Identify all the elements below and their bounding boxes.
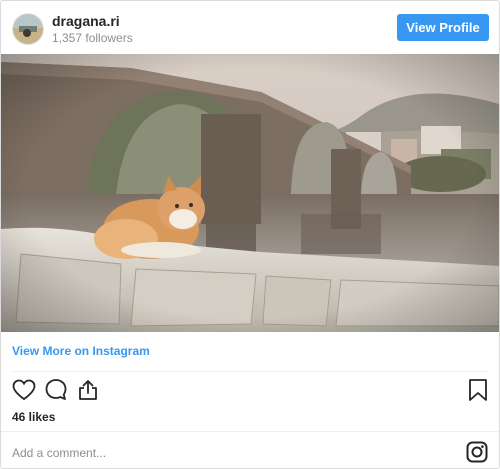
follower-count: 1,357 followers bbox=[52, 31, 133, 45]
username[interactable]: dragana.ri bbox=[52, 13, 120, 29]
comment-icon[interactable] bbox=[44, 378, 68, 402]
heart-icon[interactable] bbox=[12, 379, 36, 401]
like-count: 46 likes bbox=[12, 410, 56, 424]
avatar[interactable] bbox=[12, 13, 44, 45]
divider bbox=[1, 431, 499, 432]
post-photo[interactable] bbox=[1, 54, 499, 332]
bookmark-icon[interactable] bbox=[468, 378, 488, 402]
view-profile-button[interactable]: View Profile bbox=[397, 14, 489, 41]
instagram-icon[interactable] bbox=[466, 441, 488, 463]
post-header: dragana.ri 1,357 followers View Profile bbox=[1, 1, 499, 55]
add-comment-input[interactable]: Add a comment... bbox=[12, 446, 106, 460]
share-icon[interactable] bbox=[76, 378, 100, 402]
view-more-link[interactable]: View More on Instagram bbox=[12, 344, 150, 358]
divider bbox=[12, 371, 488, 372]
instagram-embed-card: dragana.ri 1,357 followers View Profile bbox=[0, 0, 500, 469]
